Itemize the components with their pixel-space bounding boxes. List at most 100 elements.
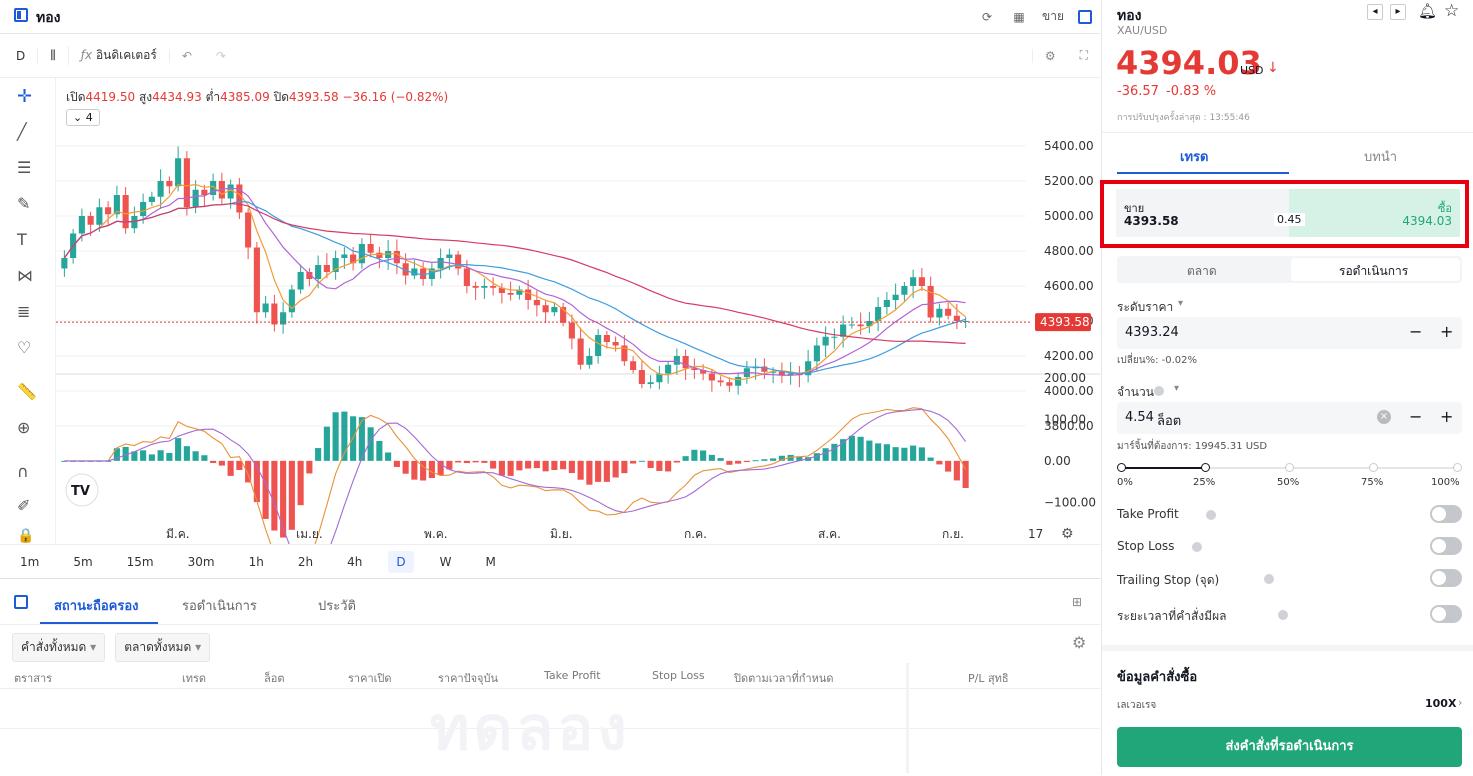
- chart-settings-icon[interactable]: ⚙: [1061, 526, 1074, 542]
- candle-body[interactable]: [673, 356, 680, 365]
- candle-body[interactable]: [271, 303, 278, 325]
- candle-body[interactable]: [183, 158, 190, 208]
- tab-positions[interactable]: สถานะถือครอง: [54, 595, 139, 616]
- candle-body[interactable]: [726, 382, 733, 386]
- candle-body[interactable]: [376, 252, 383, 258]
- candle-body[interactable]: [472, 286, 479, 288]
- candle-body[interactable]: [140, 202, 147, 216]
- slider-stop[interactable]: [1285, 463, 1294, 472]
- layout-icon[interactable]: [14, 8, 28, 22]
- volume-input[interactable]: 4.54: [1125, 410, 1154, 425]
- candle-body[interactable]: [892, 294, 899, 300]
- panel-toggle-icon[interactable]: [1078, 9, 1092, 24]
- toggle-switch[interactable]: [1430, 537, 1462, 555]
- crosshair-icon[interactable]: ✛: [17, 86, 39, 108]
- candle-body[interactable]: [577, 338, 584, 365]
- candle-body[interactable]: [595, 335, 602, 356]
- candle-body[interactable]: [507, 293, 514, 295]
- zoom-icon[interactable]: ⊕: [17, 418, 39, 440]
- side-label[interactable]: ขาย: [1042, 7, 1064, 26]
- tab-history[interactable]: ประวัติ: [318, 595, 356, 616]
- expand-icon[interactable]: ⊞: [1072, 595, 1082, 609]
- candle-body[interactable]: [901, 286, 908, 295]
- caret-down-icon[interactable]: ▾: [1178, 298, 1183, 309]
- increment-icon[interactable]: +: [1440, 322, 1453, 341]
- candle-body[interactable]: [813, 345, 820, 362]
- info-icon[interactable]: [1278, 610, 1289, 620]
- redo-icon[interactable]: ↷: [204, 49, 238, 63]
- chevron-right-icon[interactable]: ›: [1458, 696, 1462, 709]
- candle-body[interactable]: [175, 158, 182, 187]
- grid-layout-icon[interactable]: ▦: [1010, 8, 1028, 26]
- timeframe-D[interactable]: D: [388, 551, 414, 573]
- pattern-icon[interactable]: ⋈: [17, 266, 39, 288]
- timeframe-M[interactable]: M: [477, 551, 503, 573]
- candle-body[interactable]: [665, 364, 672, 374]
- timeframe-1m[interactable]: 1m: [12, 551, 47, 573]
- horizontal-lines-icon[interactable]: ☰: [17, 158, 39, 180]
- bell-icon[interactable]: 🔔︎: [1418, 2, 1437, 20]
- favorite-icon[interactable]: ♡: [17, 338, 39, 360]
- timeframe-4h[interactable]: 4h: [339, 551, 370, 573]
- sell-button[interactable]: ขาย 4393.58: [1116, 189, 1289, 237]
- candle-body[interactable]: [297, 272, 304, 290]
- tab-intro[interactable]: บทนำ: [1364, 146, 1397, 167]
- candle-body[interactable]: [122, 195, 129, 229]
- candle-body[interactable]: [463, 268, 470, 287]
- candle-body[interactable]: [822, 336, 829, 346]
- edit-lock-icon[interactable]: ✐: [17, 496, 39, 518]
- candle-body[interactable]: [245, 212, 252, 248]
- candle-body[interactable]: [603, 335, 610, 342]
- order-filter[interactable]: คำสั่งทั้งหมด ▾: [12, 633, 106, 662]
- fullscreen-icon[interactable]: ⛶: [1068, 48, 1100, 63]
- fibonacci-icon[interactable]: ≣: [17, 302, 39, 324]
- candle-body[interactable]: [262, 303, 269, 313]
- info-icon[interactable]: [1191, 542, 1202, 552]
- candle-body[interactable]: [857, 324, 864, 327]
- candle-body[interactable]: [717, 380, 724, 383]
- candle-body[interactable]: [883, 300, 890, 307]
- timeframe-2h[interactable]: 2h: [290, 551, 321, 573]
- candle-body[interactable]: [96, 207, 103, 225]
- brush-icon[interactable]: ✎: [17, 194, 39, 216]
- decrement-icon[interactable]: −: [1409, 322, 1422, 341]
- timeframe-W[interactable]: W: [432, 551, 460, 573]
- clear-icon[interactable]: ×: [1377, 410, 1391, 424]
- candle-body[interactable]: [323, 265, 330, 272]
- candle-body[interactable]: [953, 315, 960, 321]
- ruler-icon[interactable]: 📏: [17, 382, 39, 404]
- candle-body[interactable]: [612, 342, 619, 346]
- toggle-switch[interactable]: [1430, 605, 1462, 623]
- candle-body[interactable]: [61, 258, 68, 269]
- volume-field[interactable]: 4.54 ล็อต × − +: [1117, 402, 1462, 434]
- buy-button[interactable]: ซื้อ 4394.03: [1289, 189, 1460, 237]
- candle-body[interactable]: [647, 382, 654, 384]
- candle-body[interactable]: [551, 307, 558, 313]
- indicators-button[interactable]: ƒx อินดิเคเตอร์: [67, 46, 169, 65]
- price-level-input[interactable]: 4393.24: [1125, 325, 1179, 340]
- candle-body[interactable]: [945, 308, 952, 316]
- candle-body[interactable]: [315, 265, 322, 279]
- submit-order-button[interactable]: ส่งคำสั่งที่รอดำเนินการ: [1117, 727, 1462, 767]
- order-type-pending[interactable]: รอดำเนินการ: [1339, 262, 1408, 281]
- info-icon[interactable]: [1154, 386, 1164, 396]
- price-chart[interactable]: 5400.005200.005000.004800.004600.004400.…: [56, 78, 1100, 544]
- timeframe-15m[interactable]: 15m: [119, 551, 162, 573]
- candle-body[interactable]: [831, 336, 838, 338]
- indicator-count-button[interactable]: ⌄ 4: [66, 109, 100, 126]
- tab-pending[interactable]: รอดำเนินการ: [182, 595, 257, 616]
- candle-body[interactable]: [630, 361, 637, 370]
- candle-body[interactable]: [568, 322, 575, 339]
- tab-trade[interactable]: เทรด: [1180, 146, 1208, 167]
- price-level-field[interactable]: 4393.24 − +: [1117, 317, 1462, 349]
- candle-body[interactable]: [490, 286, 497, 288]
- refresh-icon[interactable]: ⟳: [978, 8, 996, 26]
- candle-body[interactable]: [367, 244, 374, 253]
- column-resizer[interactable]: [906, 663, 909, 773]
- candle-body[interactable]: [78, 216, 85, 234]
- candle-body[interactable]: [446, 254, 453, 259]
- candle-body[interactable]: [280, 312, 287, 325]
- candle-body[interactable]: [682, 356, 689, 369]
- timeframe-5m[interactable]: 5m: [65, 551, 100, 573]
- timeframe-1h[interactable]: 1h: [241, 551, 272, 573]
